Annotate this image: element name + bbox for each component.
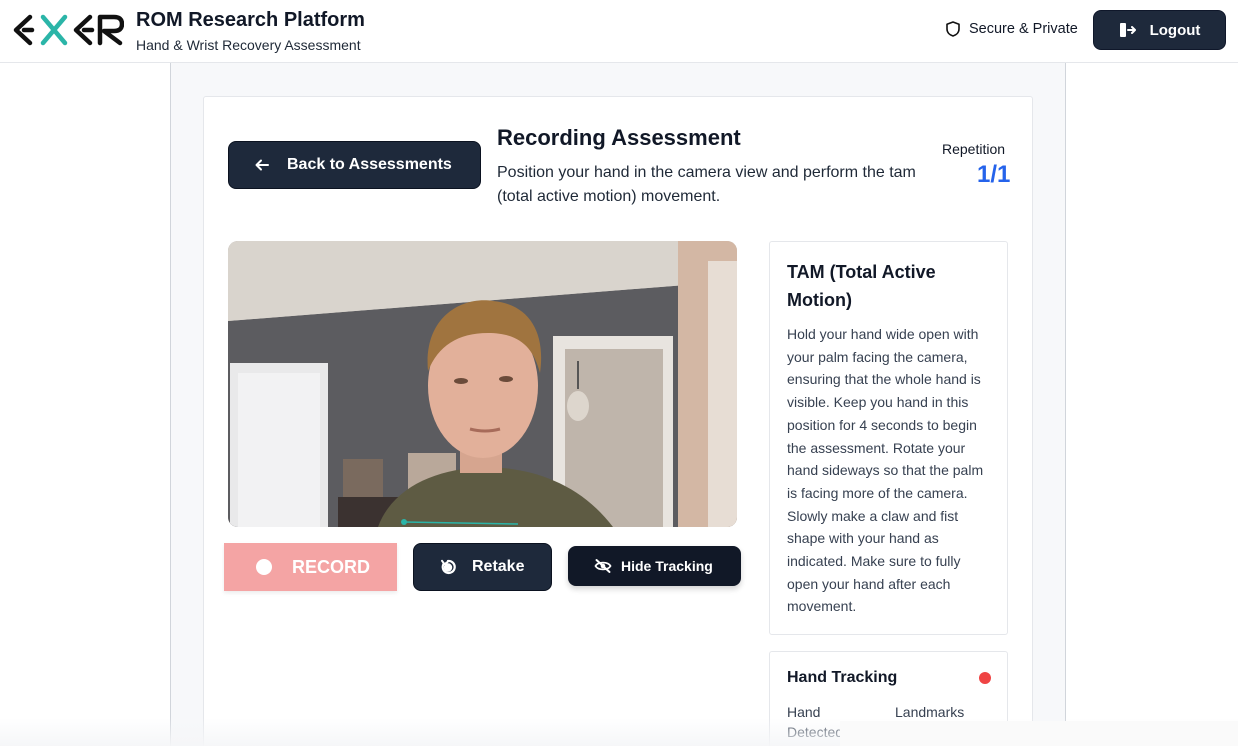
- tam-instructions-panel: TAM (Total Active Motion) Hold your hand…: [769, 241, 1008, 635]
- record-button[interactable]: RECORD: [224, 543, 397, 591]
- hide-tracking-button[interactable]: Hide Tracking: [568, 546, 741, 586]
- exer-logo: [13, 14, 124, 46]
- retake-button[interactable]: Retake: [413, 543, 552, 591]
- hand-tracking-title: Hand Tracking: [787, 669, 898, 686]
- camera-scene: [228, 241, 737, 527]
- app-subtitle: Hand & Wrist Recovery Assessment: [136, 37, 361, 53]
- logout-label: Logout: [1149, 21, 1201, 39]
- secure-indicator: Secure & Private: [946, 21, 1078, 37]
- tam-title: TAM (Total Active Motion): [787, 262, 936, 310]
- repetition-label: Repetition: [942, 141, 1006, 157]
- repetition-counter: 1/1: [977, 161, 1011, 188]
- eye-off-icon: [594, 559, 612, 573]
- top-bar: ROM Research Platform Hand & Wrist Recov…: [0, 0, 1238, 63]
- secure-label: Secure & Private: [969, 21, 1078, 37]
- back-to-assessments-button[interactable]: Back to Assessments: [228, 141, 481, 189]
- retake-label: Retake: [472, 558, 525, 575]
- bottom-overlay: [840, 721, 1238, 746]
- recording-instruction: Position your hand in the camera view an…: [497, 164, 916, 205]
- tracking-status-indicator: [979, 672, 991, 684]
- shield-icon: [946, 21, 960, 37]
- arrow-left-icon: [255, 159, 269, 171]
- retake-icon: [441, 559, 456, 575]
- back-label: Back to Assessments: [287, 156, 452, 173]
- logout-button[interactable]: Logout: [1093, 10, 1226, 50]
- record-dot-icon: [256, 559, 272, 575]
- app-title: ROM Research Platform: [136, 9, 365, 31]
- page-title: Recording Assessment: [497, 125, 741, 150]
- hide-tracking-label: Hide Tracking: [621, 558, 713, 574]
- camera-feed: [228, 241, 737, 527]
- record-label: RECORD: [292, 556, 371, 577]
- tam-description: Hold your hand wide open with your palm …: [787, 326, 984, 615]
- logout-icon: [1119, 23, 1136, 37]
